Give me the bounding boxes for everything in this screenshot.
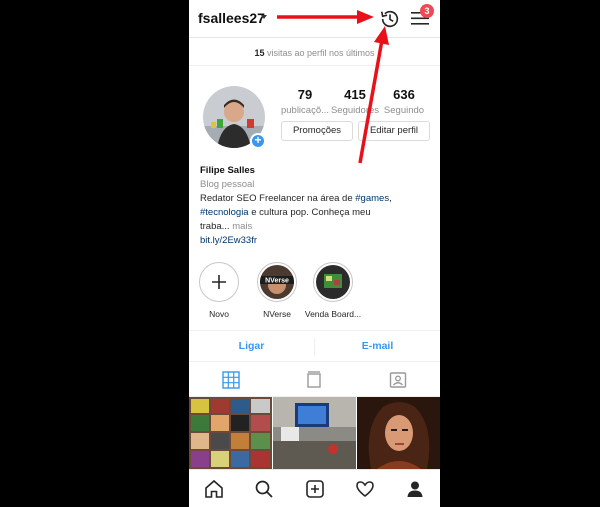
top-bar: fsallees27 3 bbox=[189, 0, 440, 38]
profile-bio: Filipe Salles Blog pessoal Redator SEO F… bbox=[200, 164, 432, 248]
followers-count: 415 bbox=[344, 87, 366, 102]
post-thumbnail[interactable] bbox=[189, 397, 272, 469]
feed-view-icon[interactable] bbox=[305, 371, 323, 389]
tagged-photos-icon[interactable] bbox=[389, 371, 407, 389]
bio-comma: , bbox=[389, 193, 392, 204]
contact-bar: Ligar E-mail bbox=[189, 330, 440, 362]
visits-count: 15 bbox=[254, 48, 265, 58]
highlight-label: Novo bbox=[209, 309, 229, 319]
bio-line-3: traba... mais bbox=[200, 220, 432, 234]
profile-name: Filipe Salles bbox=[200, 165, 255, 176]
bio-text: Redator SEO Freelancer na área de bbox=[200, 193, 356, 204]
following-label: Seguindo bbox=[383, 105, 425, 116]
followers-label: Seguidores bbox=[330, 105, 380, 116]
hashtag-tecnologia-link[interactable]: #tecnologia bbox=[200, 207, 249, 218]
highlight-venda-board[interactable]: Venda Board... bbox=[303, 262, 363, 319]
bio-text: e cultura pop. Conheça meu bbox=[248, 207, 371, 218]
search-icon[interactable] bbox=[254, 479, 274, 499]
following-count: 636 bbox=[393, 87, 415, 102]
promotions-button[interactable]: Promoções bbox=[281, 121, 353, 141]
archive-history-icon[interactable] bbox=[379, 8, 401, 30]
highlight-new[interactable]: Novo bbox=[189, 262, 249, 319]
add-story-plus-icon[interactable]: + bbox=[250, 133, 266, 149]
instagram-profile-screen: fsallees27 3 15 visitas ao perfil nos úl… bbox=[189, 0, 440, 507]
highlight-label: NVerse bbox=[263, 309, 291, 319]
more-link[interactable]: mais bbox=[230, 221, 252, 232]
profile-icon[interactable] bbox=[405, 479, 425, 499]
profile-visits-banner[interactable]: 15 visitas ao perfil nos últimos bbox=[189, 40, 440, 66]
hashtag-games-link[interactable]: #games bbox=[355, 193, 389, 204]
account-username[interactable]: fsallees27 bbox=[198, 10, 265, 26]
profile-category: Blog pessoal bbox=[200, 179, 255, 190]
stat-posts[interactable]: 79 publicaçõ... bbox=[279, 87, 331, 116]
bio-line-1: Redator SEO Freelancer na área de #games… bbox=[200, 192, 432, 206]
activity-heart-icon[interactable] bbox=[355, 479, 375, 499]
bio-line-2: #tecnologia e cultura pop. Conheça meu bbox=[200, 206, 432, 220]
highlight-cover: NVerse bbox=[260, 265, 294, 299]
highlight-ring: NVerse bbox=[257, 262, 297, 302]
stat-following[interactable]: 636 Seguindo bbox=[378, 87, 430, 116]
highlight-ring bbox=[313, 262, 353, 302]
posts-label: publicaçõ... bbox=[280, 105, 330, 116]
call-button[interactable]: Ligar bbox=[189, 331, 314, 362]
new-highlight-ring bbox=[199, 262, 239, 302]
new-post-icon[interactable] bbox=[305, 479, 325, 499]
highlight-cover bbox=[316, 265, 350, 299]
highlight-label: Venda Board... bbox=[304, 309, 362, 319]
highlight-nverse[interactable]: NVerse NVerse bbox=[247, 262, 307, 319]
bio-text: traba... bbox=[200, 221, 230, 232]
edit-profile-button[interactable]: Editar perfil bbox=[358, 121, 430, 141]
post-thumbnail[interactable] bbox=[273, 397, 356, 469]
grid-view-icon[interactable] bbox=[222, 371, 240, 389]
notification-badge: 3 bbox=[420, 4, 434, 18]
profile-tabs bbox=[189, 363, 440, 397]
bottom-navigation bbox=[189, 469, 440, 507]
plus-icon bbox=[202, 265, 236, 299]
visits-text: visitas ao perfil nos últimos bbox=[264, 48, 375, 58]
post-thumbnail[interactable] bbox=[357, 397, 440, 469]
stat-followers[interactable]: 415 Seguidores bbox=[329, 87, 381, 116]
bio-url-link[interactable]: bit.ly/2Ew33fr bbox=[200, 234, 432, 248]
email-button[interactable]: E-mail bbox=[315, 331, 440, 362]
home-icon[interactable] bbox=[204, 479, 224, 499]
highlight-cover-text: NVerse bbox=[265, 278, 289, 285]
posts-grid bbox=[189, 397, 440, 469]
account-switch-caret-icon[interactable] bbox=[261, 15, 267, 19]
posts-count: 79 bbox=[297, 87, 313, 102]
